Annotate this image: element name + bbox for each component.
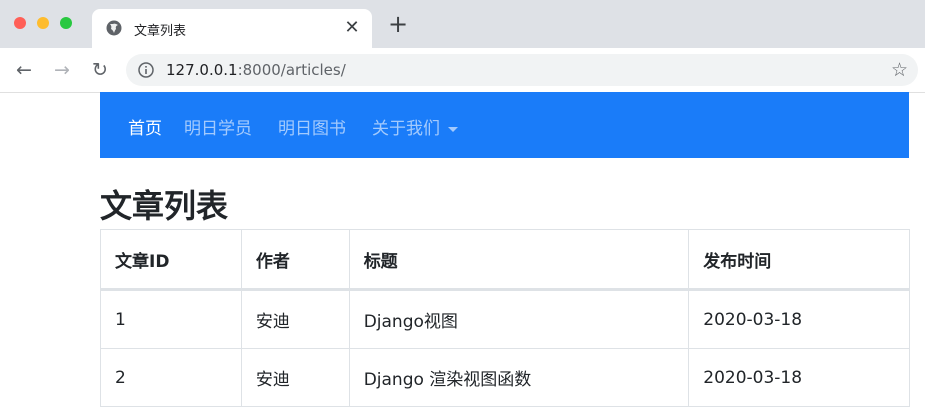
- nav-link-students[interactable]: 明日学员: [184, 114, 252, 139]
- cell-date: 2020-03-18: [688, 289, 910, 349]
- cell-author: 安迪: [240, 289, 350, 349]
- cell-id: 2: [100, 348, 242, 407]
- globe-icon: [106, 20, 122, 36]
- cell-author: 安迪: [240, 348, 350, 407]
- address-bar[interactable]: 127.0.0.1:8000/articles/ ☆: [126, 54, 918, 86]
- nav-link-books[interactable]: 明日图书: [278, 114, 346, 139]
- tab-title: 文章列表: [134, 24, 187, 39]
- site-navbar: 首页 明日学员 明日图书 关于我们: [100, 92, 909, 158]
- bookmark-star-icon[interactable]: ☆: [891, 59, 908, 81]
- articles-table: 文章ID 作者 标题 发布时间 1 安迪 Django视图 2020-03-18…: [100, 229, 910, 407]
- column-header-author: 作者: [240, 229, 350, 291]
- back-arrow-icon[interactable]: ←: [12, 58, 36, 82]
- cell-title: Django视图: [348, 289, 690, 349]
- column-header-id: 文章ID: [100, 229, 242, 291]
- table-row: 2 安迪 Django 渲染视图函数 2020-03-18: [100, 348, 910, 407]
- column-header-title: 标题: [348, 229, 690, 291]
- nav-dropdown-about[interactable]: 关于我们: [372, 114, 458, 139]
- url-host: 127.0.0.1: [166, 61, 238, 79]
- cell-date: 2020-03-18: [688, 348, 910, 407]
- minimize-window-button[interactable]: [37, 17, 49, 29]
- cell-id: 1: [100, 289, 242, 349]
- close-window-button[interactable]: [14, 17, 26, 29]
- column-header-date: 发布时间: [688, 229, 910, 291]
- url-path: :8000/articles/: [237, 61, 346, 79]
- tab-bar: 文章列表 ✕ +: [0, 0, 925, 48]
- page-title: 文章列表: [100, 187, 229, 225]
- url-text: 127.0.0.1:8000/articles/: [166, 61, 346, 79]
- caret-down-icon: [448, 126, 458, 132]
- maximize-window-button[interactable]: [60, 17, 72, 29]
- forward-arrow-icon[interactable]: →: [50, 58, 74, 82]
- close-tab-icon[interactable]: ✕: [342, 18, 362, 38]
- reload-icon[interactable]: ↻: [88, 58, 112, 82]
- nav-link-about: 关于我们: [372, 119, 440, 139]
- browser-toolbar: ← → ↻ 127.0.0.1:8000/articles/ ☆: [0, 48, 925, 93]
- new-tab-button[interactable]: +: [386, 12, 410, 37]
- info-icon[interactable]: [138, 62, 154, 78]
- cell-title: Django 渲染视图函数: [348, 348, 690, 407]
- browser-tab[interactable]: 文章列表 ✕: [92, 9, 372, 48]
- table-row: 1 安迪 Django视图 2020-03-18: [100, 289, 910, 349]
- table-header-row: 文章ID 作者 标题 发布时间: [100, 229, 910, 291]
- nav-link-home[interactable]: 首页: [128, 114, 162, 139]
